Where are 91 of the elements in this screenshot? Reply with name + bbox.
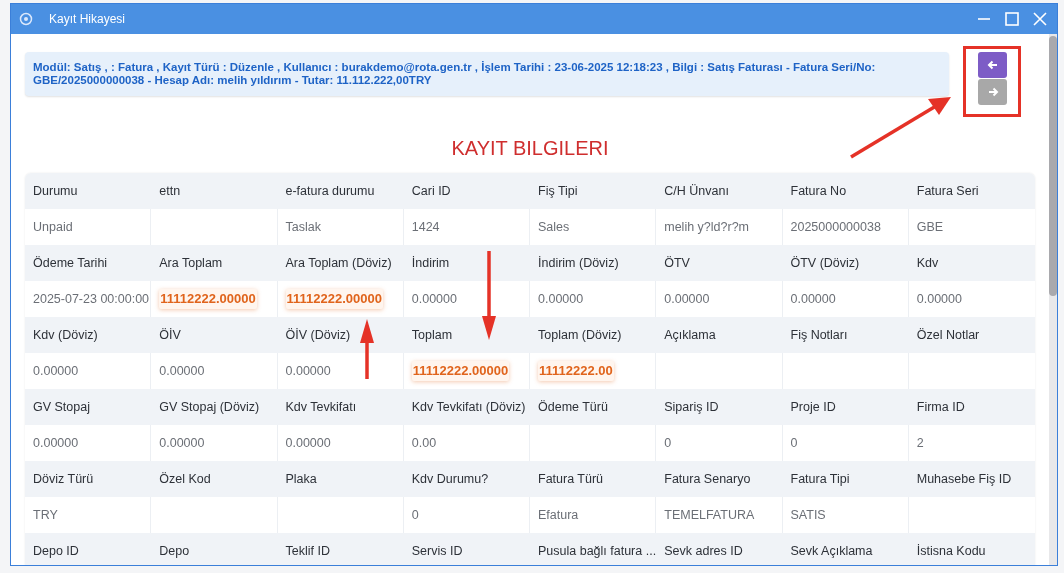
field-value: melih y?ld?r?m xyxy=(664,218,749,236)
gear-icon xyxy=(19,12,33,26)
field-label: Firma ID xyxy=(916,398,965,416)
highlighted-value: 11112222.00000 xyxy=(159,289,257,309)
field-label: GV Stopaj (Döviz) xyxy=(159,398,260,416)
field-value: 0.00000 xyxy=(285,434,331,452)
field-value: 0 xyxy=(790,434,798,452)
field-value: 0.00000 xyxy=(790,290,836,308)
annotation-arrow xyxy=(360,319,374,379)
field-label: Döviz Türü xyxy=(33,470,94,488)
highlighted-value: 11112222.00000 xyxy=(411,361,510,381)
field-label: İstisna Kodu xyxy=(916,542,986,560)
arrow-right-icon xyxy=(986,86,999,98)
field-value: SATIS xyxy=(790,506,826,524)
field-value: Sales xyxy=(538,218,570,236)
field-label: Kdv (Döviz) xyxy=(33,326,98,344)
field-label: Durumu xyxy=(33,182,78,200)
field-value: Taslak xyxy=(285,218,321,236)
field-value: 0.00000 xyxy=(159,434,205,452)
field-label: ÖTV (Döviz) xyxy=(790,254,860,272)
field-label: Fiş Notları xyxy=(790,326,848,344)
annotation-frame xyxy=(963,46,1021,117)
section-heading: KAYIT BILGILERI xyxy=(451,136,609,161)
field-value: 0.00000 xyxy=(33,362,79,380)
arrow-left-icon xyxy=(986,59,999,71)
field-label: Muhasebe Fiş ID xyxy=(916,470,1012,488)
field-label: Teklif ID xyxy=(285,542,330,560)
field-label: e-fatura durumu xyxy=(285,182,375,200)
field-value: TEMELFATURA xyxy=(664,506,755,524)
field-label: Plaka xyxy=(285,470,317,488)
field-label: Özel Kod xyxy=(159,470,211,488)
field-label: Ödeme Tarihi xyxy=(33,254,108,272)
info-banner: Modül: Satış , : Fatura , Kayıt Türü : Düzenle , Kullanıcı : burakdemo@rota.gen.tr , İşlem Tarihi : 23-06-2025 12:18:23 , Bilgi : Satış Faturası - Fatura Seri/No: GBE/2025000000038 - Hesap Adı: melih yıldırım - Tutar: 11.112.222,00TRY xyxy=(25,52,949,96)
field-label: Depo xyxy=(159,542,190,560)
field-label: ettn xyxy=(159,182,181,200)
window-title: Kayıt Hikayesi xyxy=(49,11,126,28)
field-value: TRY xyxy=(33,506,58,524)
field-label: İndirim xyxy=(411,254,450,272)
field-label: Cari ID xyxy=(411,182,451,200)
field-value: 0.00000 xyxy=(916,290,962,308)
field-label: Toplam xyxy=(411,326,453,344)
field-value: 0 xyxy=(411,506,419,524)
field-label: Fatura Seri xyxy=(916,182,979,200)
field-label: Fatura Senaryo xyxy=(664,470,751,488)
field-value: Efatura xyxy=(538,506,579,524)
field-label: ÖİV (Döviz) xyxy=(285,326,351,344)
highlighted-value: 11112222.00000 xyxy=(285,289,383,309)
field-label: Fatura No xyxy=(790,182,847,200)
field-value: 0.00000 xyxy=(285,362,331,380)
field-label: Açıklama xyxy=(664,326,716,344)
field-label: Proje ID xyxy=(790,398,836,416)
field-label: Kdv xyxy=(916,254,939,272)
field-label: Fatura Tipi xyxy=(790,470,850,488)
close-icon[interactable] xyxy=(1033,12,1047,26)
field-label: ÖİV xyxy=(159,326,181,344)
field-label: Sevk adres ID xyxy=(664,542,743,560)
field-value: 1424 xyxy=(411,218,440,236)
field-value: 0.00000 xyxy=(664,290,710,308)
field-label: Ara Toplam (Döviz) xyxy=(285,254,392,272)
field-value: 0 xyxy=(664,434,672,452)
field-label: Ara Toplam xyxy=(159,254,223,272)
field-value: 0.00000 xyxy=(538,290,584,308)
field-label: Sevk Açıklama xyxy=(790,542,873,560)
field-label: Ödeme Türü xyxy=(538,398,608,416)
field-label: Kdv Durumu? xyxy=(411,470,489,488)
field-label: GV Stopaj xyxy=(33,398,90,416)
field-label: Kdv Tevkifatı (Döviz) xyxy=(411,398,526,416)
field-value: 2025-07-23 00:00:00 xyxy=(33,290,150,308)
field-label: Sipariş ID xyxy=(664,398,719,416)
field-label: Depo ID xyxy=(33,542,79,560)
field-label: C/H Ünvanı xyxy=(664,182,729,200)
field-value: 0.00 xyxy=(411,434,437,452)
field-value: 2025000000038 xyxy=(790,218,881,236)
field-value: GBE xyxy=(916,218,944,236)
field-value: 0.00000 xyxy=(411,290,457,308)
field-value: Unpaid xyxy=(33,218,73,236)
field-label: Fiş Tipi xyxy=(538,182,578,200)
field-value: 0.00000 xyxy=(33,434,79,452)
previous-button[interactable] xyxy=(978,52,1007,78)
field-label: Toplam (Döviz) xyxy=(538,326,622,344)
field-value: 2 xyxy=(916,434,924,452)
field-label: Fatura Türü xyxy=(538,470,604,488)
field-label: Özel Notlar xyxy=(916,326,980,344)
field-value: 0.00000 xyxy=(159,362,205,380)
field-label: Kdv Tevkifatı xyxy=(285,398,357,416)
field-label: ÖTV xyxy=(664,254,690,272)
field-label: Servis ID xyxy=(411,542,463,560)
field-label: Pusula bağlı fatura ... xyxy=(538,542,657,560)
maximize-icon[interactable] xyxy=(1005,12,1019,26)
field-label: İndirim (Döviz) xyxy=(538,254,619,272)
highlighted-value: 11112222.00 xyxy=(538,361,614,381)
